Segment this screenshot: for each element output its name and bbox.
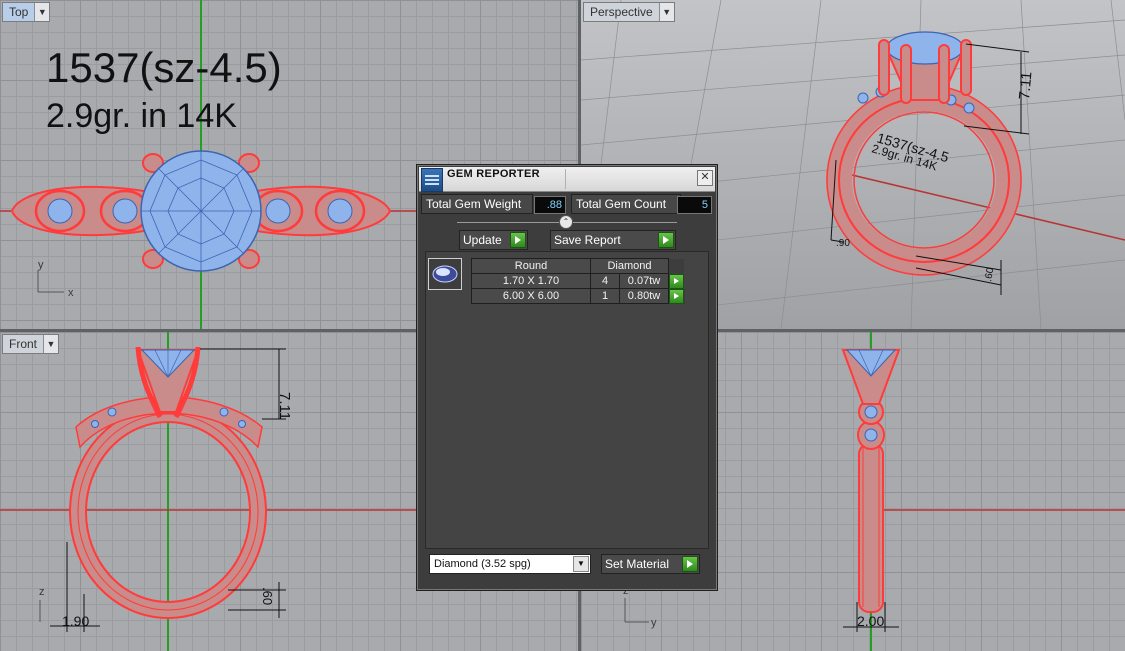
title-divider: [565, 169, 566, 189]
close-icon[interactable]: ✕: [697, 170, 713, 186]
gem-weight-cell: 0.07tw: [619, 273, 669, 289]
viewport-tab-label: Top: [9, 5, 29, 19]
dimension-shank: .90: [836, 238, 850, 249]
viewport-tab-front[interactable]: Front ▼: [2, 334, 60, 354]
axis-label-z: z: [39, 586, 45, 598]
column-header-shape: Round: [471, 258, 591, 274]
total-gem-weight-label: Total Gem Weight: [421, 194, 533, 214]
set-material-label: Set Material: [605, 557, 670, 571]
axis-label-y: y: [651, 617, 657, 629]
update-button-label: Update: [463, 233, 502, 247]
total-gem-count-label: Total Gem Count: [571, 194, 681, 214]
dialog-title: GEM REPORTER: [447, 168, 540, 180]
viewport-dropdown-icon[interactable]: ▼: [43, 335, 59, 353]
gem-size-cell: 1.70 X 1.70: [471, 273, 591, 289]
viewport-tab-label: Perspective: [590, 5, 653, 19]
axis-label-x: x: [68, 287, 74, 299]
gem-table: Round Diamond 1.70 X 1.70 4 0.07tw 6.00 …: [471, 258, 685, 304]
material-select-value: Diamond (3.52 spg): [434, 558, 531, 570]
viewport-tab-perspective[interactable]: Perspective ▼: [583, 2, 675, 22]
dimension-height: 7.11: [276, 392, 293, 420]
dimension-width: 2.00: [857, 613, 884, 629]
dimension-band: .60: [983, 266, 996, 282]
gem-size-cell: 6.00 X 6.00: [471, 288, 591, 304]
total-gem-weight-value: .88: [534, 196, 566, 214]
table-row[interactable]: 1.70 X 1.70 4 0.07tw: [471, 273, 685, 289]
axis-label-y: y: [38, 259, 44, 271]
viewport-tab-label: Front: [9, 337, 38, 351]
viewport-dropdown-icon[interactable]: ▼: [658, 3, 674, 21]
save-report-label: Save Report: [554, 233, 621, 247]
set-material-button[interactable]: Set Material: [601, 554, 700, 574]
chevron-down-icon[interactable]: ▼: [573, 556, 589, 572]
update-button[interactable]: Update: [459, 230, 528, 250]
gem-reporter-app-icon: [421, 168, 443, 192]
viewport-tab-top[interactable]: Top ▼: [2, 2, 51, 22]
table-header-row: Round Diamond: [471, 258, 685, 274]
gem-count-cell: 4: [590, 273, 620, 289]
gem-icon[interactable]: [428, 258, 462, 290]
dimension-height: 7.11: [1016, 71, 1035, 100]
play-arrow-icon: [510, 232, 526, 248]
dimension-bottom: .60: [260, 587, 275, 605]
column-header-material: Diamond: [590, 258, 669, 274]
play-arrow-icon: [682, 556, 698, 572]
dialog-titlebar[interactable]: GEM REPORTER ✕: [419, 167, 715, 192]
viewport-dropdown-icon[interactable]: ▼: [34, 3, 50, 21]
gem-list-panel[interactable]: Round Diamond 1.70 X 1.70 4 0.07tw 6.00 …: [425, 251, 709, 549]
gem-weight-cell: 0.80tw: [619, 288, 669, 304]
total-gem-count-value: 5: [677, 196, 712, 214]
row-select-arrow-icon[interactable]: [669, 273, 684, 289]
save-report-button[interactable]: Save Report: [550, 230, 676, 250]
gem-reporter-dialog: GEM REPORTER ✕ Total Gem Weight .88 Tota…: [416, 164, 718, 591]
gem-count-cell: 1: [590, 288, 620, 304]
material-select[interactable]: Diamond (3.52 spg) ▼: [429, 554, 591, 574]
slider-handle-icon[interactable]: ⌃: [559, 215, 573, 229]
model-annotation-weight: 2.9gr. in 14K: [46, 97, 237, 135]
row-select-arrow-icon[interactable]: [669, 288, 684, 304]
table-row[interactable]: 6.00 X 6.00 1 0.80tw: [471, 288, 685, 304]
dimension-width: 1.90: [62, 613, 89, 629]
model-annotation-name: 1537(sz-4.5): [46, 44, 282, 91]
play-arrow-icon: [658, 232, 674, 248]
